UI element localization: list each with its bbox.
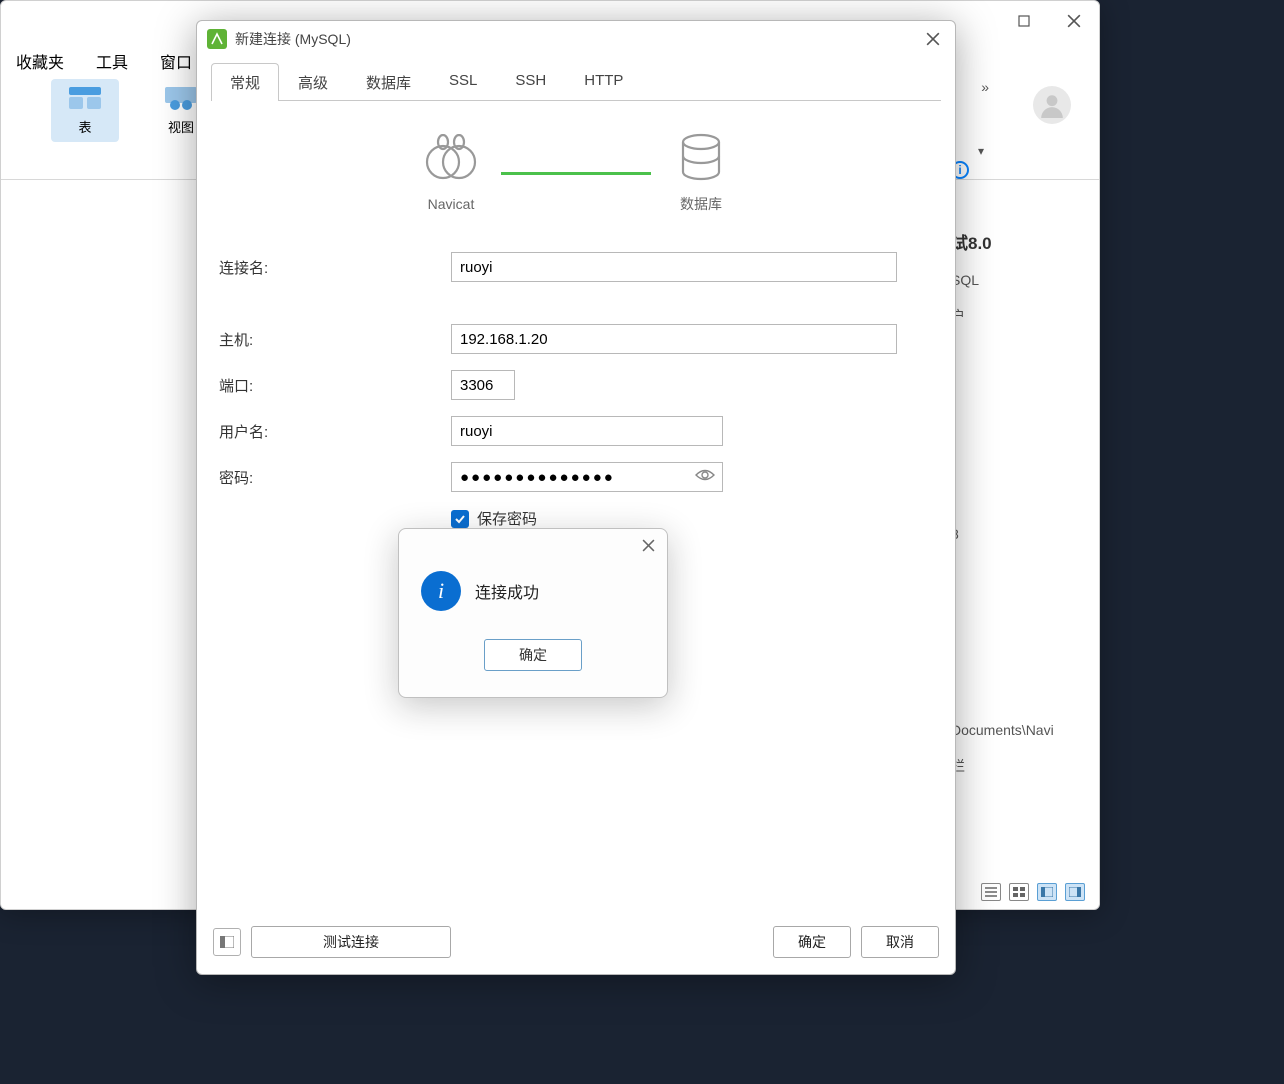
msgbox-text: 连接成功 (475, 579, 539, 603)
close-icon[interactable] (921, 27, 945, 51)
port-input[interactable] (451, 370, 515, 400)
maximize-icon[interactable] (1009, 6, 1039, 36)
message-box: i 连接成功 确定 (398, 528, 668, 698)
panel-toggle-icon[interactable] (213, 928, 241, 956)
diagram-line (501, 172, 651, 175)
msgbox-ok-button[interactable]: 确定 (484, 639, 582, 671)
tab-advanced[interactable]: 高级 (279, 63, 347, 101)
ok-button[interactable]: 确定 (773, 926, 851, 958)
password-input[interactable] (451, 462, 723, 492)
host-label: 主机: (219, 329, 451, 350)
form: 连接名: 主机: 端口: 用户名: 密码: 保存密码 (197, 228, 955, 529)
port-label: 端口: (219, 375, 451, 396)
dialog-footer: 测试连接 确定 取消 (197, 914, 955, 974)
grid-view-icon[interactable] (1009, 883, 1029, 901)
host-input[interactable] (451, 324, 897, 354)
eye-icon[interactable] (695, 468, 715, 486)
msgbox-body: i 连接成功 (399, 529, 667, 611)
database-icon (675, 132, 727, 184)
app-icon (207, 29, 227, 49)
tab-database[interactable]: 数据库 (347, 63, 430, 101)
diagram-navicat: Navicat (425, 134, 477, 212)
menu-bar: 收藏夹 工具 窗口 (16, 49, 192, 73)
list-view-icon[interactable] (981, 883, 1001, 901)
info-path: Documents\Navi (951, 722, 1081, 738)
tab-ssh[interactable]: SSH (496, 63, 565, 101)
info-row4: 8 (951, 526, 1081, 542)
navicat-icon (425, 134, 477, 186)
info-panel: i 试8.0 SQL 户 8 Documents\Navi 栏 (951, 161, 1081, 794)
save-password-row[interactable]: 保存密码 (451, 508, 933, 529)
panel-right-icon[interactable] (1065, 883, 1085, 901)
diagram-database: 数据库 (675, 132, 727, 214)
chevron-down-icon[interactable]: ▾ (978, 144, 984, 158)
info-row6: 栏 (951, 756, 1081, 776)
tab-ssl[interactable]: SSL (430, 63, 496, 101)
tab-general[interactable]: 常规 (211, 63, 279, 101)
toolbar-table[interactable]: 表 (51, 79, 119, 142)
password-label: 密码: (219, 467, 451, 488)
toolbar-table-label: 表 (78, 117, 91, 136)
dialog-titlebar: 新建连接 (MySQL) (197, 21, 955, 57)
dialog-title: 新建连接 (MySQL) (235, 29, 921, 49)
info-row3: 户 (951, 306, 1081, 326)
panel-left-icon[interactable] (1037, 883, 1057, 901)
conn-name-input[interactable] (451, 252, 897, 282)
connection-diagram: Navicat 数据库 (197, 132, 955, 214)
user-input[interactable] (451, 416, 723, 446)
diagram-database-label: 数据库 (680, 194, 722, 214)
user-label: 用户名: (219, 421, 451, 442)
save-password-label: 保存密码 (477, 508, 537, 529)
test-connection-button[interactable]: 测试连接 (251, 926, 451, 958)
status-bar-icons (981, 883, 1085, 901)
msgbox-close-icon[interactable] (642, 539, 655, 557)
conn-name-label: 连接名: (219, 257, 451, 278)
checkbox-checked-icon[interactable] (451, 510, 469, 528)
toolbar-view-label: 视图 (168, 117, 194, 136)
diagram-navicat-label: Navicat (428, 196, 475, 212)
tab-http[interactable]: HTTP (565, 63, 642, 101)
new-connection-dialog: 新建连接 (MySQL) 常规 高级 数据库 SSL SSH HTTP Navi… (196, 20, 956, 975)
info-circle-icon: i (421, 571, 461, 611)
window-close-icon[interactable] (1059, 6, 1089, 36)
avatar[interactable] (1033, 86, 1071, 124)
cancel-button[interactable]: 取消 (861, 926, 939, 958)
tab-underline (211, 100, 941, 101)
menu-tools[interactable]: 工具 (96, 49, 128, 73)
tabs: 常规 高级 数据库 SSL SSH HTTP (197, 57, 955, 101)
info-title: 试8.0 (951, 229, 1081, 254)
info-subtitle: SQL (951, 272, 1081, 288)
more-icon[interactable]: » (981, 79, 989, 95)
menu-favorites[interactable]: 收藏夹 (16, 49, 64, 73)
table-icon (65, 85, 105, 111)
menu-window[interactable]: 窗口 (160, 49, 192, 73)
view-icon (161, 85, 201, 111)
toolbar: 表 视图 (51, 79, 215, 142)
